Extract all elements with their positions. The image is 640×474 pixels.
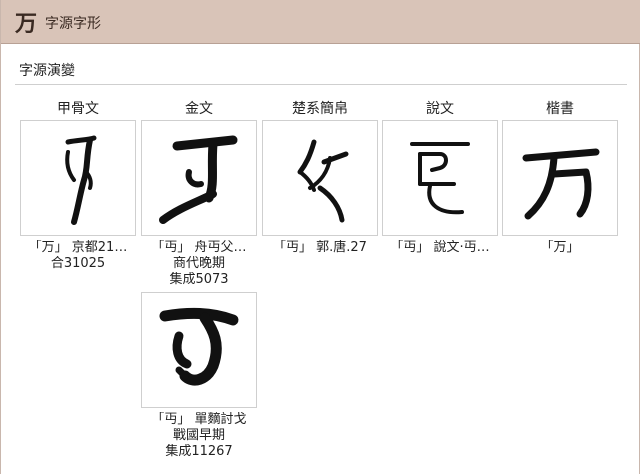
glyph-caption: 「丏」 說文‧丏… (390, 240, 490, 255)
section-title: 字源演變 (19, 63, 75, 79)
column-label-regular: 楷書 (546, 101, 574, 117)
glyph-image-oracle[interactable] (20, 120, 136, 236)
bronze-warring-glyph-icon (159, 307, 239, 386)
glyph-card-bronze[interactable]: 「丏」 舟丏父… 商代晚期 集成5073 (140, 120, 258, 288)
glyph-card-shuowen[interactable]: 「丏」 說文‧丏… (381, 120, 499, 256)
glyph-card-regular[interactable]: 「万」 (501, 120, 619, 256)
page-header: 万 字源字形 (1, 0, 640, 44)
column-label-chu-bamboo: 楚系簡帛 (292, 101, 348, 117)
glyph-source: 合31025 (50, 256, 106, 271)
glyph-period: 商代晚期 (172, 256, 225, 271)
header-title: 字源字形 (45, 16, 102, 32)
header-character: 万 (15, 10, 38, 37)
glyph-source: 集成5073 (169, 272, 229, 287)
column-label-oracle: 甲骨文 (57, 101, 99, 117)
shuowen-glyph-icon (410, 142, 470, 215)
glyph-caption: 「万」 (540, 240, 580, 255)
column-label-shuowen: 說文 (426, 101, 454, 117)
chu-bamboo-glyph-icon (297, 139, 349, 223)
glyph-image-shuowen[interactable] (382, 120, 498, 236)
glyph-card-chu-bamboo[interactable]: 「丏」 郭.唐.27 (261, 120, 379, 256)
glyph-caption: 「丏」 郭.唐.27 (273, 240, 367, 255)
glyph-image-regular[interactable] (502, 120, 618, 236)
column-label-bronze: 金文 (185, 101, 213, 117)
glyph-image-chu-bamboo[interactable] (262, 120, 378, 236)
glyph-caption: 「丏」 單䵂討戈 (151, 412, 247, 427)
glyph-period: 戰國早期 (172, 428, 225, 443)
section-divider (15, 84, 627, 85)
page-frame: 万 字源字形 字源演變 甲骨文 金文 楚系簡帛 說文 楷書 「万」 京都21… … (0, 0, 640, 474)
glyph-card-bronze-warring[interactable]: 「丏」 單䵂討戈 戰國早期 集成11267 (140, 292, 258, 460)
glyph-caption: 「丏」 舟丏父… (151, 240, 247, 255)
glyph-source: 集成11267 (165, 444, 233, 459)
bronze-glyph-icon (159, 135, 238, 224)
glyph-caption: 「万」 京都21… (28, 240, 128, 255)
glyph-image-bronze-warring[interactable] (141, 292, 257, 408)
glyph-card-oracle[interactable]: 「万」 京都21… 合31025 (19, 120, 137, 272)
oracle-glyph-icon (65, 135, 97, 225)
glyph-image-bronze[interactable] (141, 120, 257, 236)
regular-glyph-icon (522, 148, 600, 220)
